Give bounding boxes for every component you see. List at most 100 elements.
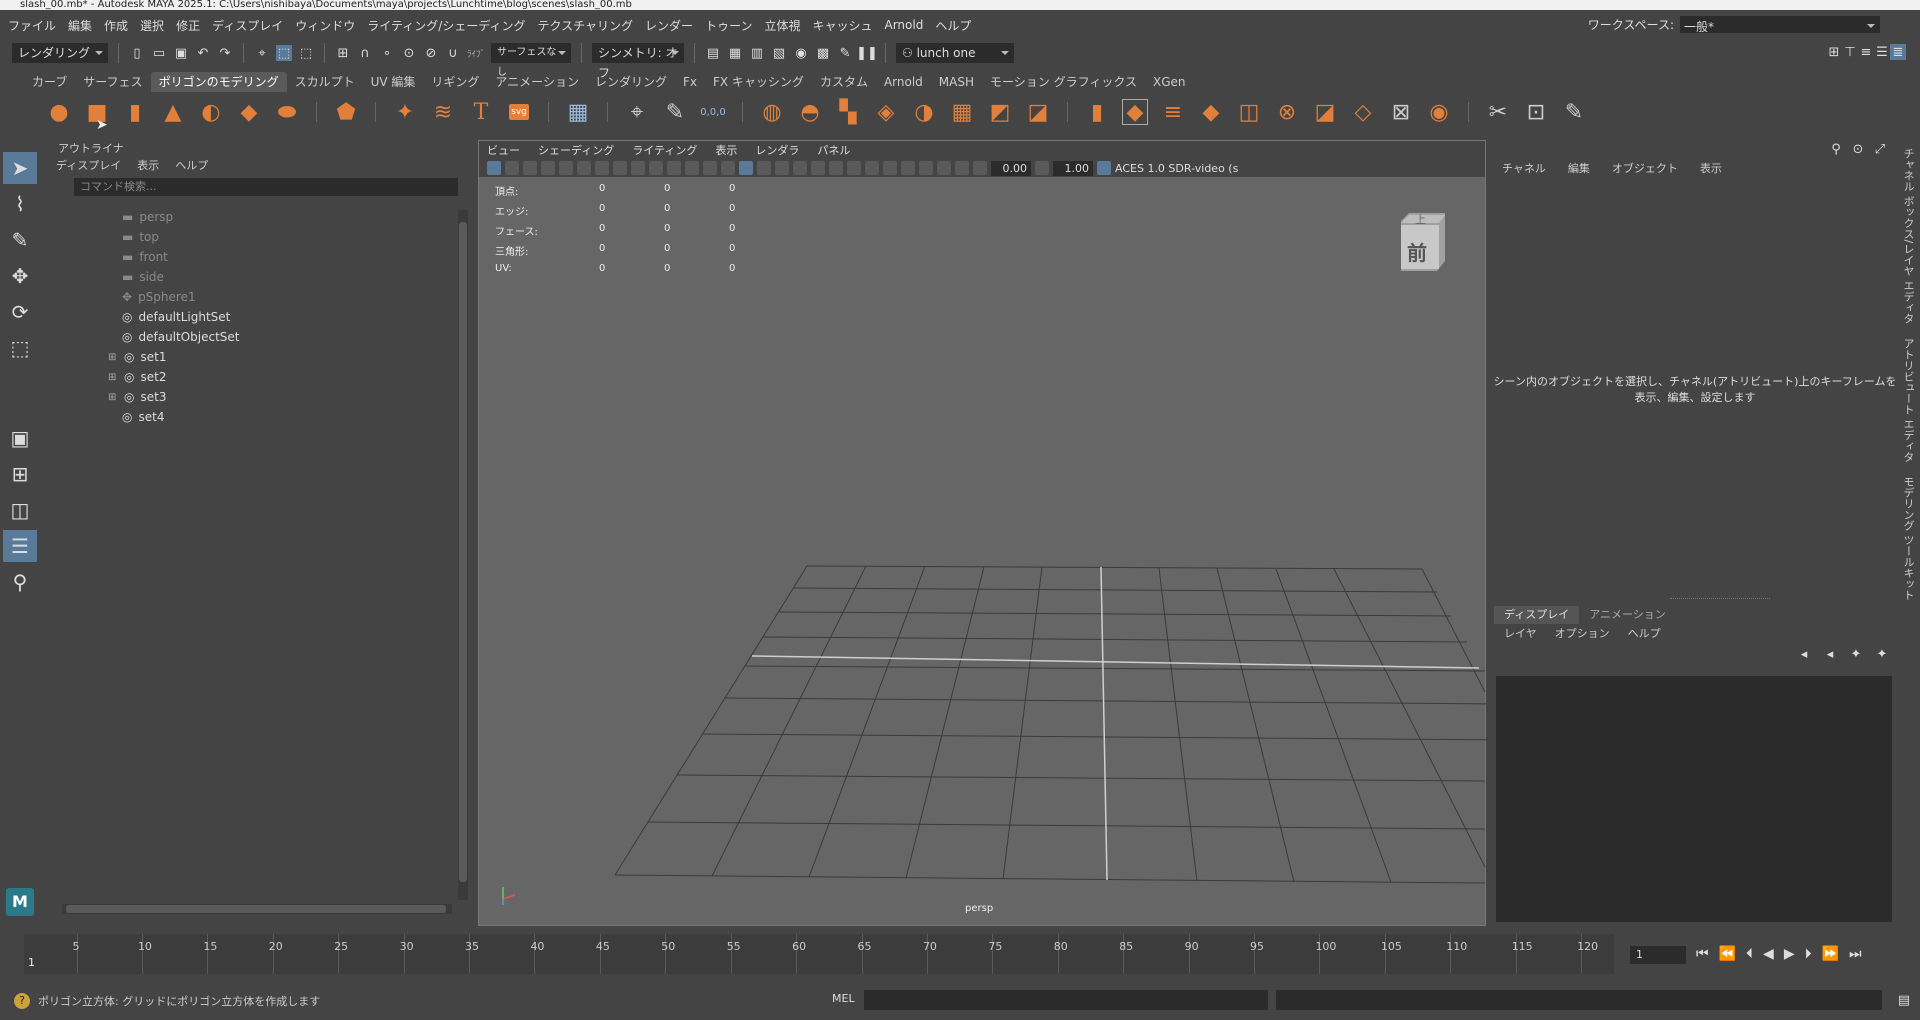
expand-icon[interactable]: ⊞ xyxy=(108,392,118,403)
poly-cylinder-icon[interactable]: ▮ xyxy=(122,99,148,125)
light-editor-icon[interactable]: ✎ xyxy=(837,45,853,61)
merge-icon[interactable]: ⊗ xyxy=(1274,99,1300,125)
outliner-node-defaultobjectset[interactable]: ◎ defaultObjectSet xyxy=(48,327,458,347)
layer-menu-options[interactable]: オプション xyxy=(1555,625,1610,641)
hypershade-icon[interactable]: ◉ xyxy=(793,45,809,61)
outliner-node-set1[interactable]: ⊞ ◎ set1 xyxy=(48,347,458,367)
viewport-menu-lighting[interactable]: ライティング xyxy=(632,142,697,158)
two-panel-layout-icon[interactable]: ◫ xyxy=(3,494,37,526)
poke-icon[interactable]: ◪ xyxy=(1312,99,1338,125)
camera-attributes-icon[interactable] xyxy=(505,161,519,175)
safe-title-icon[interactable] xyxy=(703,161,717,175)
scrollbar-thumb[interactable] xyxy=(66,905,446,913)
select-object-icon[interactable]: ⬚ xyxy=(276,45,292,61)
outliner-node-persp[interactable]: ▬ persp xyxy=(48,207,458,227)
menu-texturing[interactable]: テクスチャリング xyxy=(538,17,634,34)
outliner-toggle-icon[interactable]: ☰ xyxy=(1874,44,1890,60)
new-layer-selected-icon[interactable]: ✦ xyxy=(1874,646,1890,662)
viewport-menu-renderer[interactable]: レンダラ xyxy=(755,142,799,158)
modeling-toolkit-toggle-icon[interactable]: ⊞ xyxy=(1826,44,1842,60)
field-chart-icon[interactable] xyxy=(667,161,681,175)
outliner-menu-show[interactable]: 表示 xyxy=(137,157,159,173)
symmetry-dropdown[interactable]: シンメトリ: オフ xyxy=(592,43,685,80)
poly-cube-icon[interactable]: ■ ➤ xyxy=(84,99,110,134)
play-forward-icon[interactable]: ▶ xyxy=(1784,946,1795,962)
anti-aliasing-icon[interactable] xyxy=(865,161,879,175)
mel-command-input[interactable] xyxy=(864,990,1268,1010)
step-forward-frame-icon[interactable]: ⏵ xyxy=(1805,946,1812,962)
gamma-icon[interactable] xyxy=(1035,161,1049,175)
poly-disc-icon[interactable]: ⬬ xyxy=(274,99,300,125)
menu-select[interactable]: 選択 xyxy=(140,17,164,34)
menu-help[interactable]: ヘルプ xyxy=(935,17,971,34)
svg-tool-icon[interactable]: svg xyxy=(506,99,532,125)
outliner-node-psphere1[interactable]: ✥ pSphere1 xyxy=(48,287,458,307)
resolution-gate-icon[interactable] xyxy=(631,161,645,175)
ipr-render-icon[interactable]: ▥ xyxy=(749,45,765,61)
freeze-transforms-icon[interactable]: 0,0,0 xyxy=(700,99,726,125)
image-plane-icon[interactable] xyxy=(541,161,555,175)
outliner-layout-icon[interactable]: ☰ xyxy=(3,530,37,562)
gamma-field[interactable]: 1.00 xyxy=(1053,160,1093,176)
scale-tool-icon[interactable]: ⬚ xyxy=(3,332,37,364)
viewport-panel[interactable]: ビュー シェーディング ライティング 表示 レンダラ パネル 0.00 1.00… xyxy=(478,140,1487,926)
outliner-node-side[interactable]: ▬ side xyxy=(48,267,458,287)
tab-surfaces[interactable]: サーフェス xyxy=(75,72,150,92)
viewport-menu-show[interactable]: 表示 xyxy=(715,142,737,158)
menu-arnold[interactable]: Arnold xyxy=(885,18,924,32)
grease-pencil-icon[interactable] xyxy=(577,161,591,175)
search-icon[interactable]: ⚲ xyxy=(3,566,37,598)
menu-modify[interactable]: 修正 xyxy=(176,17,200,34)
tab-fx-caching[interactable]: FX キャッシング xyxy=(705,72,812,92)
channel-menu-channels[interactable]: チャネル xyxy=(1502,160,1546,176)
grid-toggle-icon[interactable] xyxy=(595,161,609,175)
chamfer-icon[interactable]: ⊠ xyxy=(1388,99,1414,125)
combine-icon[interactable]: ◍ xyxy=(759,99,785,125)
pin-icon[interactable]: ⚲ xyxy=(1828,141,1844,157)
channel-menu-edit[interactable]: 編集 xyxy=(1568,160,1590,176)
bookmark-icon[interactable] xyxy=(523,161,537,175)
extrude-icon[interactable]: ▮ xyxy=(1084,99,1110,125)
snap-live-icon[interactable]: ∪ xyxy=(445,45,461,61)
layer-list[interactable] xyxy=(1496,676,1892,922)
tab-custom[interactable]: カスタム xyxy=(812,72,876,92)
snap-view-icon[interactable]: ⊙ xyxy=(401,45,417,61)
layer-menu-layers[interactable]: レイヤ xyxy=(1504,625,1537,641)
tab-rigging[interactable]: リギング xyxy=(423,72,487,92)
select-component-icon[interactable]: ⬚ xyxy=(298,45,314,61)
save-scene-icon[interactable]: ▣ xyxy=(173,45,189,61)
smooth-icon[interactable]: ▚ xyxy=(835,99,861,125)
tool-settings-toggle-icon[interactable]: ≡ xyxy=(1858,44,1874,60)
rotate-tool-icon[interactable]: ⟳ xyxy=(3,296,37,328)
menu-lighting-shading[interactable]: ライティング/シェーディング xyxy=(367,17,525,34)
menu-toon[interactable]: トゥーン xyxy=(705,17,752,34)
grid-panel-icon[interactable]: ▦ xyxy=(565,99,591,125)
center-pivot-icon[interactable]: ⌖ xyxy=(624,99,650,125)
new-empty-layer-icon[interactable]: ✦ xyxy=(1848,646,1864,662)
poly-torus-icon[interactable]: ◐ xyxy=(198,99,224,125)
target-weld-icon[interactable]: ⊡ xyxy=(1523,99,1549,125)
safe-action-icon[interactable] xyxy=(685,161,699,175)
append-polygon-icon[interactable]: ◆ xyxy=(1198,99,1224,125)
select-camera-icon[interactable] xyxy=(487,161,501,175)
wireframe-icon[interactable] xyxy=(721,161,735,175)
sweep-mesh-icon[interactable]: ≋ xyxy=(430,99,456,125)
menu-display[interactable]: ディスプレイ xyxy=(212,17,283,34)
render-frame-icon[interactable]: ▦ xyxy=(727,45,743,61)
side-tab-channel-box[interactable]: チャネル ボックス/レイヤ エディタ xyxy=(1900,148,1916,324)
render-view-icon[interactable]: ▤ xyxy=(705,45,721,61)
exposure-icon[interactable] xyxy=(973,161,987,175)
multi-cut-icon[interactable]: ✂ xyxy=(1485,99,1511,125)
scrollbar-thumb[interactable] xyxy=(459,222,467,882)
render-setup-icon[interactable]: ▩ xyxy=(815,45,831,61)
channel-menu-object[interactable]: オブジェクト xyxy=(1612,160,1678,176)
separate-icon[interactable]: ◓ xyxy=(797,99,823,125)
backface-culling-icon[interactable] xyxy=(955,161,969,175)
side-tab-modeling-toolkit[interactable]: モデリング ツールキット xyxy=(1900,476,1916,601)
outliner-node-set2[interactable]: ⊞ ◎ set2 xyxy=(48,367,458,387)
menu-edit[interactable]: 編集 xyxy=(68,17,92,34)
paint-select-tool-icon[interactable]: ✎ xyxy=(3,224,37,256)
move-layer-up-icon[interactable]: ◂ xyxy=(1796,646,1812,662)
new-scene-icon[interactable]: ▯ xyxy=(129,45,145,61)
lock-icon[interactable]: ⊙ xyxy=(1850,141,1866,157)
